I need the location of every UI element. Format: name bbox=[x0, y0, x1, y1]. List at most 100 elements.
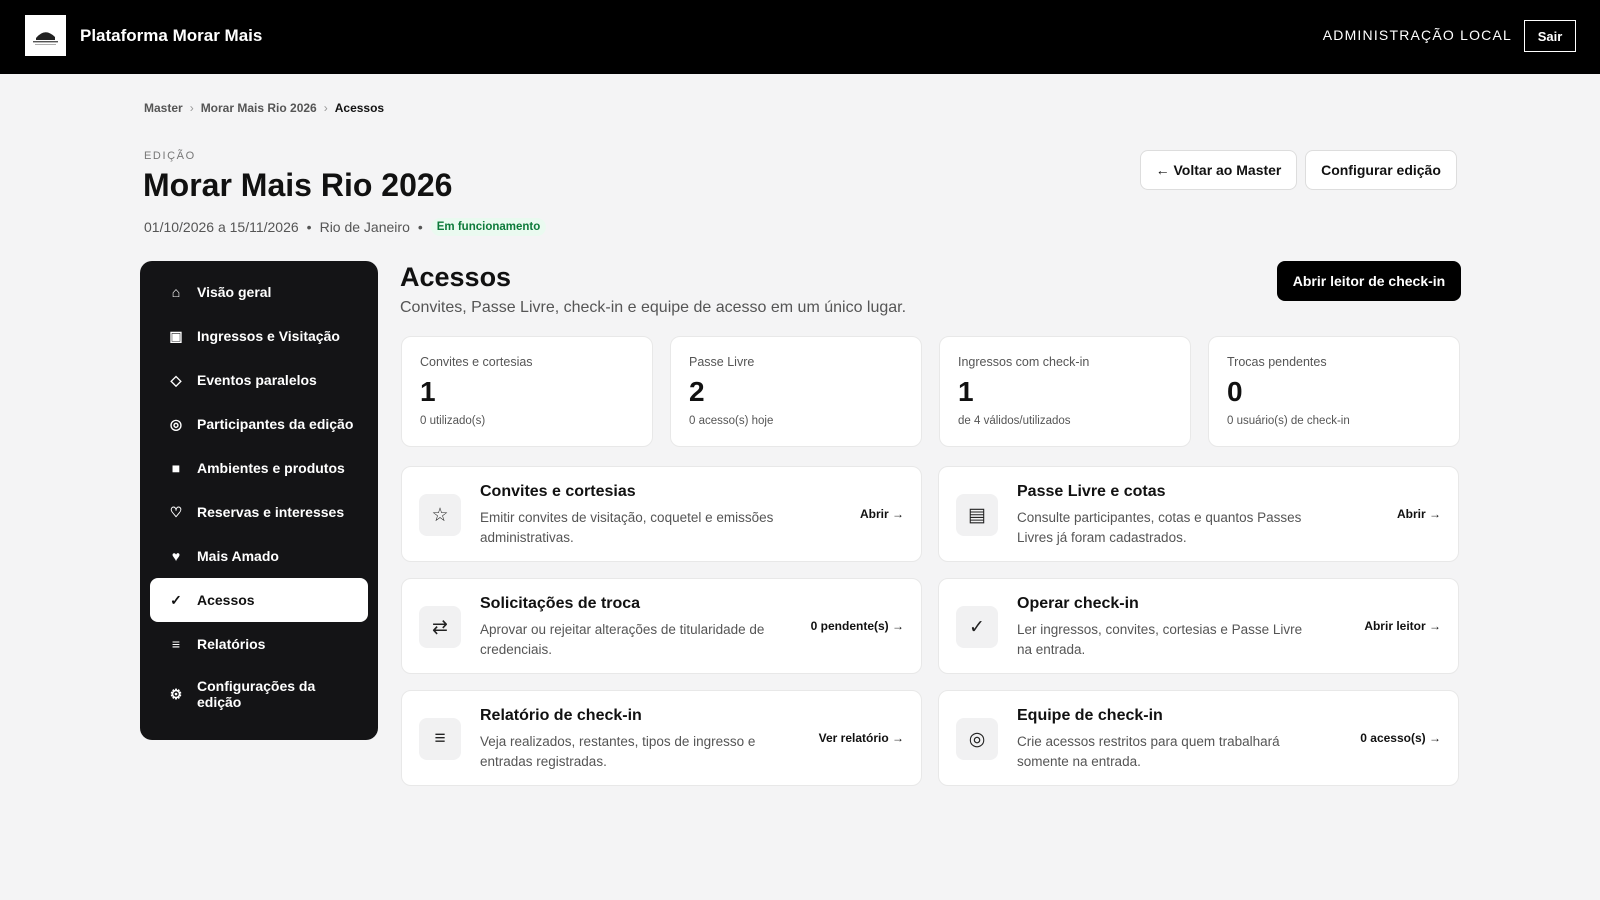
sidebar-item-label: Relatórios bbox=[197, 636, 266, 652]
sidebar-item-tickets[interactable]: ▣ Ingressos e Visitação bbox=[150, 314, 368, 358]
sidebar-item-label: Reservas e interesses bbox=[197, 504, 345, 520]
back-to-master-button[interactable]: ← Voltar ao Master bbox=[1140, 150, 1297, 190]
stat-sub: 0 usuário(s) de check-in bbox=[1227, 415, 1350, 427]
stat-value: 0 bbox=[1227, 376, 1243, 407]
sidebar-item-reports[interactable]: ≡ Relatórios bbox=[150, 622, 368, 666]
sidebar-item-label: Acessos bbox=[197, 592, 255, 608]
stat-sub: de 4 válidos/utilizados bbox=[958, 415, 1071, 427]
swap-arrows-icon: ⇄ bbox=[419, 606, 461, 648]
sidebar-item-access[interactable]: ✓ Acessos bbox=[150, 578, 368, 622]
top-bar: Plataforma Morar Mais ADMINISTRAÇÃO LOCA… bbox=[0, 0, 1600, 74]
sidebar-item-reservations[interactable]: ♡ Reservas e interesses bbox=[150, 490, 368, 534]
stat-label: Ingressos com check-in bbox=[958, 355, 1090, 369]
sidebar-item-label: Visão geral bbox=[197, 284, 272, 300]
page-title: Morar Mais Rio 2026 bbox=[143, 167, 453, 203]
stat-card-pending-swaps: Trocas pendentes 0 0 usuário(s) de check… bbox=[1208, 336, 1460, 447]
edition-kicker: EDIÇÃO bbox=[144, 150, 196, 162]
sidebar-item-settings[interactable]: ⚙ Configurações da edição bbox=[150, 666, 368, 722]
card-link[interactable]: 0 pendente(s) → bbox=[811, 619, 904, 633]
card-link[interactable]: Ver relatório → bbox=[819, 731, 904, 745]
check-icon: ✓ bbox=[170, 591, 182, 608]
card-description: Ler ingressos, convites, cortesias e Pas… bbox=[1017, 622, 1303, 657]
section-subtitle: Convites, Passe Livre, check-in e equipe… bbox=[400, 299, 907, 316]
stat-card-invites: Convites e cortesias 1 0 utilizado(s) bbox=[401, 336, 653, 447]
card-link[interactable]: 0 acesso(s) → bbox=[1360, 731, 1441, 745]
stat-label: Trocas pendentes bbox=[1227, 355, 1327, 369]
card-free-pass[interactable]: ▤ Passe Livre e cotas Consulte participa… bbox=[938, 466, 1459, 562]
ticket-icon: ▣ bbox=[169, 327, 183, 344]
logout-button[interactable]: Sair bbox=[1524, 20, 1576, 52]
list-icon: ≡ bbox=[171, 636, 181, 652]
brand-title[interactable]: Plataforma Morar Mais bbox=[80, 26, 262, 46]
card-description: Aprovar ou rejeitar alterações de titula… bbox=[480, 622, 765, 657]
sidebar-item-label: Mais Amado bbox=[197, 548, 279, 564]
meta-dot: • bbox=[417, 219, 423, 235]
stat-card-free-pass: Passe Livre 2 0 acesso(s) hoje bbox=[670, 336, 922, 447]
sidebar-item-label: Ambientes e produtos bbox=[197, 460, 345, 476]
heart-outline-icon: ♡ bbox=[169, 503, 183, 520]
stat-label: Convites e cortesias bbox=[420, 355, 533, 369]
stat-label: Passe Livre bbox=[689, 355, 755, 369]
card-checkin-team[interactable]: ◎ Equipe de check-in Crie acessos restri… bbox=[938, 690, 1459, 786]
stat-sub: 0 utilizado(s) bbox=[420, 415, 486, 427]
home-icon: ⌂ bbox=[171, 284, 181, 300]
brand-logo[interactable] bbox=[25, 15, 66, 56]
breadcrumb-master[interactable]: Master bbox=[144, 101, 183, 115]
stat-value: 1 bbox=[958, 376, 974, 407]
stat-value: 2 bbox=[689, 376, 705, 407]
sidebar-item-overview[interactable]: ⌂ Visão geral bbox=[150, 270, 368, 314]
stat-value: 1 bbox=[420, 376, 436, 407]
stat-card-checkin: Ingressos com check-in 1 de 4 válidos/ut… bbox=[939, 336, 1191, 447]
card-title: Operar check-in bbox=[1017, 595, 1139, 612]
card-operate-checkin[interactable]: ✓ Operar check-in Ler ingressos, convite… bbox=[938, 578, 1459, 674]
card-description: Crie acessos restritos para quem trabalh… bbox=[1017, 734, 1280, 769]
card-title: Convites e cortesias bbox=[480, 483, 636, 500]
document-icon: ▤ bbox=[956, 494, 998, 536]
card-invites[interactable]: ☆ Convites e cortesias Emitir convites d… bbox=[401, 466, 922, 562]
card-title: Equipe de check-in bbox=[1017, 707, 1163, 724]
sidebar: ⌂ Visão geral ▣ Ingressos e Visitação ◇ … bbox=[140, 261, 378, 740]
check-icon: ✓ bbox=[956, 606, 998, 648]
breadcrumb-separator: › bbox=[189, 101, 194, 115]
diamond-icon: ◇ bbox=[170, 371, 182, 388]
card-link[interactable]: Abrir leitor → bbox=[1364, 619, 1441, 633]
card-title: Relatório de check-in bbox=[480, 707, 642, 724]
breadcrumb-edition[interactable]: Morar Mais Rio 2026 bbox=[201, 101, 317, 115]
breadcrumb-separator: › bbox=[323, 101, 328, 115]
gear-icon: ⚙ bbox=[169, 685, 183, 702]
star-icon: ☆ bbox=[419, 494, 461, 536]
status-badge: Em funcionamento bbox=[430, 218, 547, 236]
card-link[interactable]: Abrir → bbox=[1397, 507, 1441, 521]
edition-meta: 01/10/2026 a 15/11/2026 • Rio de Janeiro… bbox=[144, 218, 547, 236]
sidebar-item-label: Eventos paralelos bbox=[197, 372, 317, 388]
card-description: Veja realizados, restantes, tipos de ing… bbox=[480, 734, 756, 769]
sidebar-item-participants[interactable]: ◎ Participantes da edição bbox=[150, 402, 368, 446]
card-description: Consulte participantes, cotas e quantos … bbox=[1017, 510, 1302, 545]
stat-sub: 0 acesso(s) hoje bbox=[689, 415, 774, 427]
sidebar-item-events[interactable]: ◇ Eventos paralelos bbox=[150, 358, 368, 402]
edition-dates: 01/10/2026 a 15/11/2026 bbox=[144, 219, 299, 235]
configure-edition-button[interactable]: Configurar edição bbox=[1305, 150, 1457, 190]
sidebar-item-label: Configurações da edição bbox=[197, 677, 316, 710]
breadcrumb: Master › Morar Mais Rio 2026 › Acessos bbox=[144, 101, 384, 115]
circle-target-icon: ◎ bbox=[956, 718, 998, 760]
card-description: Emitir convites de visitação, coquetel e… bbox=[480, 510, 774, 545]
card-title: Solicitações de troca bbox=[480, 595, 641, 612]
square-icon: ■ bbox=[171, 460, 181, 476]
open-checkin-reader-button[interactable]: Abrir leitor de check-in bbox=[1277, 261, 1461, 301]
heart-filled-icon: ♥ bbox=[171, 548, 181, 564]
breadcrumb-current: Acessos bbox=[334, 101, 385, 115]
card-swap-requests[interactable]: ⇄ Solicitações de troca Aprovar ou rejei… bbox=[401, 578, 922, 674]
sidebar-item-environments[interactable]: ■ Ambientes e produtos bbox=[150, 446, 368, 490]
meta-dot: • bbox=[306, 219, 312, 235]
circle-target-icon: ◎ bbox=[169, 415, 183, 432]
edition-city: Rio de Janeiro bbox=[319, 219, 410, 235]
list-icon: ≡ bbox=[419, 718, 461, 760]
admin-label: ADMINISTRAÇÃO LOCAL bbox=[1322, 27, 1512, 43]
section-title: Acessos bbox=[400, 262, 512, 292]
sidebar-item-label: Participantes da edição bbox=[197, 416, 354, 432]
sidebar-item-most-loved[interactable]: ♥ Mais Amado bbox=[150, 534, 368, 578]
sidebar-item-label: Ingressos e Visitação bbox=[197, 328, 340, 344]
card-link[interactable]: Abrir → bbox=[860, 507, 904, 521]
card-checkin-report[interactable]: ≡ Relatório de check-in Veja realizados,… bbox=[401, 690, 922, 786]
